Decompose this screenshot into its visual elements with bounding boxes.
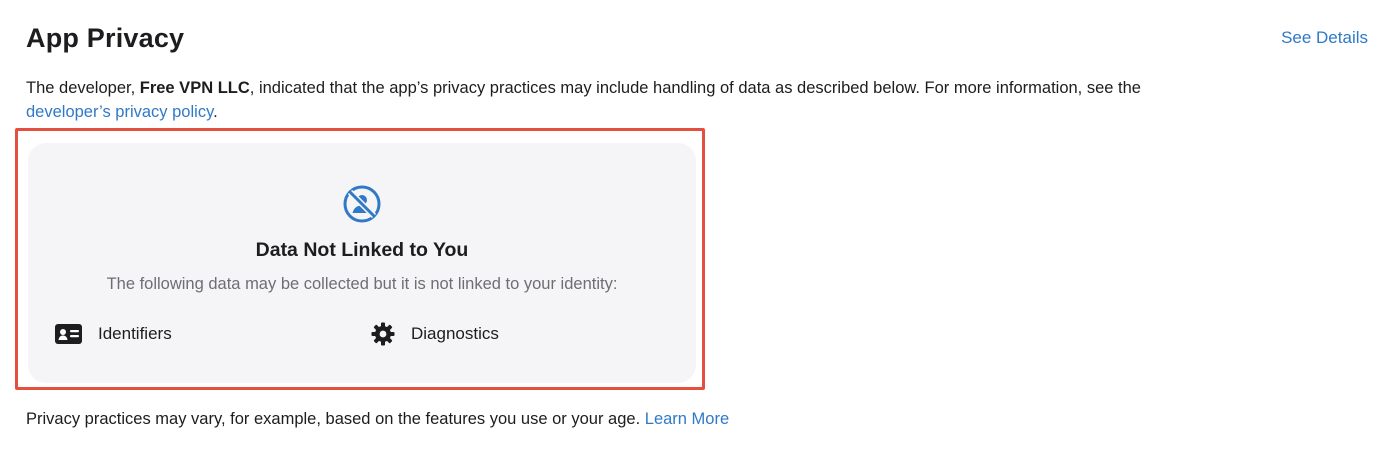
privacy-footer-text: Privacy practices may vary, for example,… xyxy=(26,410,729,429)
data-item-label: Diagnostics xyxy=(411,324,499,343)
id-card-icon xyxy=(55,324,82,344)
learn-more-link[interactable]: Learn More xyxy=(645,410,729,428)
data-item-identifiers: Identifiers xyxy=(55,321,172,347)
privacy-policy-link[interactable]: developer’s privacy policy xyxy=(26,103,213,121)
app-privacy-section: App Privacy See Details The developer, F… xyxy=(0,0,1400,468)
section-title: App Privacy xyxy=(26,22,185,53)
footer-text: Privacy practices may vary, for example,… xyxy=(26,410,641,428)
data-item-diagnostics: Diagnostics xyxy=(371,321,499,347)
privacy-intro-text: The developer, Free VPN LLC, indicated t… xyxy=(26,76,1346,124)
person-slash-circle-icon xyxy=(341,183,383,225)
header: App Privacy See Details xyxy=(26,18,1368,58)
gear-icon xyxy=(371,322,395,346)
card-title: Data Not Linked to You xyxy=(255,239,469,261)
data-item-label: Identifiers xyxy=(98,324,172,343)
intro-suffix: . xyxy=(213,103,218,121)
card-subtitle: The following data may be collected but … xyxy=(106,275,618,293)
developer-name: Free VPN LLC xyxy=(139,79,250,97)
intro-prefix: The developer, xyxy=(26,79,140,97)
see-details-link[interactable]: See Details xyxy=(1281,28,1368,48)
intro-middle: , indicated that the app’s privacy pract… xyxy=(249,79,1141,97)
data-not-linked-card: Data Not Linked to You The following dat… xyxy=(28,143,696,383)
